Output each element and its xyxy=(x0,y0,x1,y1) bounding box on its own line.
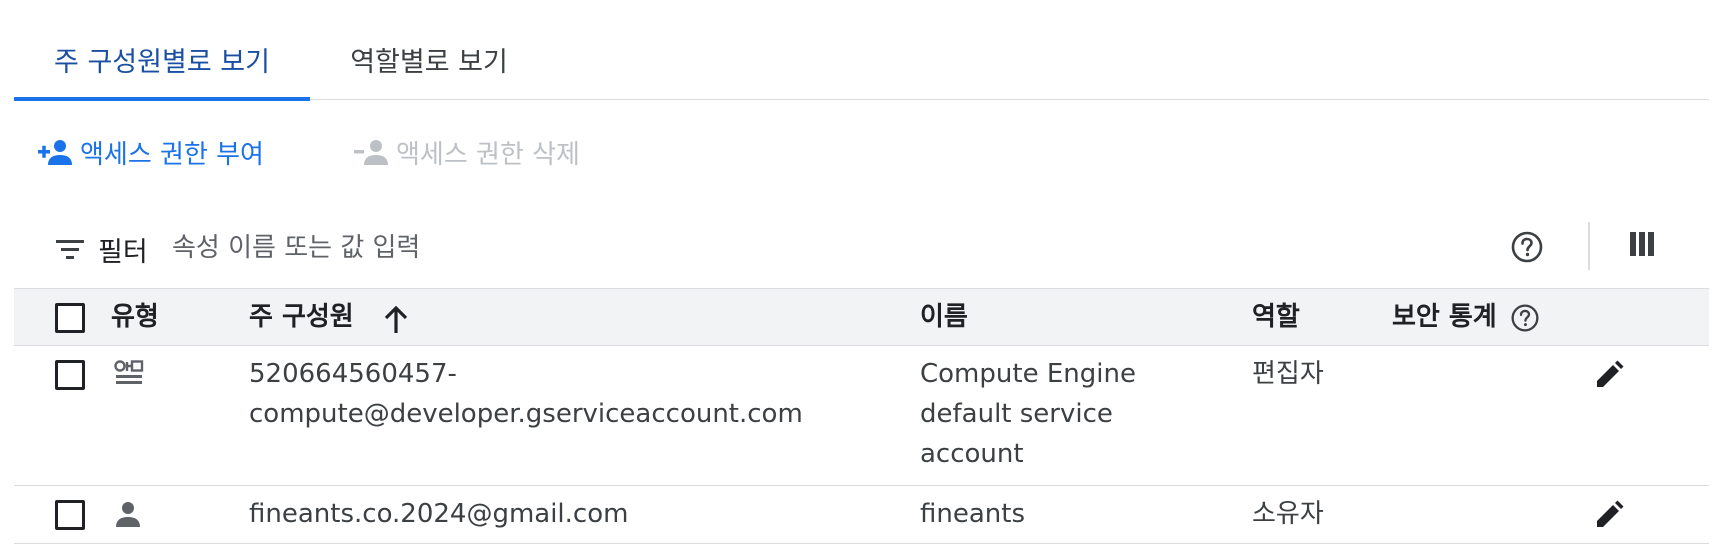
principal-text-line: 520664560457- xyxy=(249,359,457,389)
row-checkbox[interactable] xyxy=(55,360,85,390)
filter-bar: 필터 xyxy=(14,216,1709,290)
table-row: 520664560457- compute@developer.gservice… xyxy=(14,346,1709,486)
person-icon xyxy=(116,502,140,527)
name-cell: Compute Engine default service account xyxy=(920,354,1210,474)
remove-person-icon xyxy=(354,140,388,165)
help-icon[interactable] xyxy=(1510,230,1544,264)
sort-ascending-icon[interactable] xyxy=(383,306,409,334)
view-tabs: 주 구성원별로 보기 역할별로 보기 xyxy=(14,18,1709,101)
security-help-icon[interactable] xyxy=(1510,303,1540,333)
role-column-header: 역할 xyxy=(1252,302,1300,332)
name-column-header: 이름 xyxy=(920,302,968,332)
name-text-line: Compute Engine xyxy=(920,359,1136,389)
select-all-checkbox[interactable] xyxy=(55,303,85,333)
filter-input[interactable] xyxy=(172,228,1172,268)
tab-by-role[interactable]: 역할별로 보기 xyxy=(334,18,524,100)
tab-by-role-label: 역할별로 보기 xyxy=(350,46,508,78)
principal-cell: 520664560457- compute@developer.gservice… xyxy=(249,354,849,434)
edit-principal-icon[interactable] xyxy=(1594,360,1624,390)
row-checkbox[interactable] xyxy=(55,500,85,530)
name-text-line: fineants xyxy=(920,499,1026,529)
table-header: 유형 주 구성원 이름 역할 보안 통계 xyxy=(14,288,1709,346)
toolbar-divider xyxy=(1588,222,1590,270)
principal-cell: fineants.co.2024@gmail.com xyxy=(249,494,849,534)
grant-access-button[interactable]: 액세스 권한 부여 xyxy=(38,130,264,174)
tab-by-principal-label: 주 구성원별로 보기 xyxy=(54,46,270,78)
column-display-icon[interactable] xyxy=(1630,230,1656,258)
security-insights-column-header: 보안 통계 xyxy=(1392,302,1497,332)
principal-text-line: compute@developer.gserviceaccount.com xyxy=(249,399,803,429)
revoke-access-label: 액세스 권한 삭제 xyxy=(396,139,580,170)
type-column-header: 유형 xyxy=(111,302,159,332)
principal-column-header[interactable]: 주 구성원 xyxy=(249,297,354,337)
grant-access-label: 액세스 권한 부여 xyxy=(80,139,264,170)
add-person-icon xyxy=(38,140,72,165)
service-account-icon xyxy=(114,360,144,384)
revoke-access-button[interactable]: 액세스 권한 삭제 xyxy=(354,130,580,174)
role-cell: 편집자 xyxy=(1252,359,1324,389)
name-text-line: default service xyxy=(920,399,1113,429)
name-cell: fineants xyxy=(920,494,1210,534)
role-cell: 소유자 xyxy=(1252,499,1324,529)
name-text-line: account xyxy=(920,439,1024,469)
principal-text-line: fineants.co.2024@gmail.com xyxy=(249,499,629,529)
principals-table: 유형 주 구성원 이름 역할 보안 통계 520664560457- compu… xyxy=(14,288,1709,544)
table-row: fineants.co.2024@gmail.com fineants 소유자 xyxy=(14,486,1709,544)
edit-principal-icon[interactable] xyxy=(1594,500,1624,530)
tab-by-principal[interactable]: 주 구성원별로 보기 xyxy=(14,18,310,101)
filter-label: 필터 xyxy=(98,237,148,268)
filter-icon xyxy=(56,240,84,259)
